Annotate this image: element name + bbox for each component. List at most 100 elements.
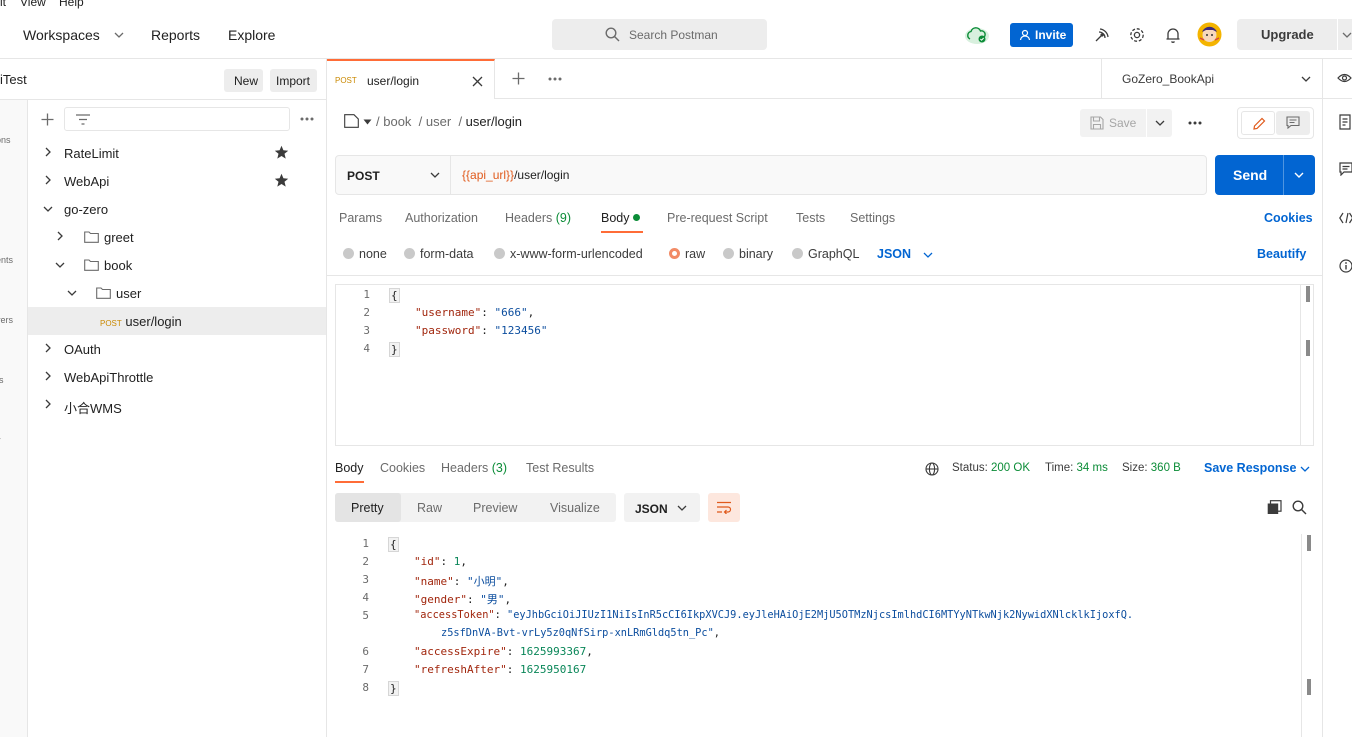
scrollbar-thumb[interactable] bbox=[1306, 340, 1310, 356]
new-button[interactable]: New bbox=[224, 69, 263, 92]
plus-icon[interactable] bbox=[41, 113, 54, 126]
radio-binary[interactable]: binary bbox=[723, 247, 773, 261]
upgrade-dropdown[interactable] bbox=[1338, 19, 1352, 50]
eye-icon[interactable] bbox=[1337, 72, 1352, 84]
collection-go-zero[interactable]: go-zero bbox=[28, 195, 326, 223]
tree-label: 小合WMS bbox=[64, 401, 122, 416]
url-input[interactable]: {{api_url}}/user/login bbox=[462, 168, 569, 182]
bell-icon[interactable] bbox=[1165, 26, 1181, 44]
response-tab-test-results[interactable]: Test Results bbox=[526, 461, 594, 475]
comments-icon[interactable] bbox=[1339, 162, 1352, 176]
response-format-select[interactable]: JSON bbox=[624, 493, 700, 522]
tab-tests[interactable]: Tests bbox=[796, 211, 825, 225]
save-dropdown[interactable] bbox=[1147, 109, 1172, 137]
radio-urlencoded[interactable]: x-www-form-urlencoded bbox=[494, 247, 643, 261]
wrap-lines-button[interactable] bbox=[708, 493, 740, 522]
environment-selector[interactable]: GoZero_BookApi bbox=[1101, 59, 1323, 99]
chevron-down-icon[interactable] bbox=[1294, 172, 1304, 178]
radio-form-data[interactable]: form-data bbox=[404, 247, 474, 261]
collection-webapi[interactable]: WebApi bbox=[28, 167, 326, 195]
radio-dot bbox=[404, 248, 415, 259]
import-button[interactable]: Import bbox=[270, 69, 317, 92]
edit-mode-button[interactable] bbox=[1241, 111, 1275, 135]
save-response-button[interactable]: Save Response bbox=[1204, 461, 1296, 475]
scrollbar-thumb[interactable] bbox=[1306, 286, 1310, 302]
response-tab-body[interactable]: Body bbox=[335, 461, 364, 475]
view-pretty[interactable]: Pretty bbox=[335, 493, 401, 522]
upgrade-button[interactable]: Upgrade bbox=[1237, 19, 1337, 50]
search-icon[interactable] bbox=[1292, 500, 1307, 515]
rail-item-monitors[interactable]: rs bbox=[0, 375, 4, 385]
scrollbar-thumb[interactable] bbox=[1307, 679, 1311, 695]
tab-authorization[interactable]: Authorization bbox=[405, 211, 478, 225]
more-icon[interactable] bbox=[1188, 121, 1202, 125]
scrollbar-thumb[interactable] bbox=[1307, 535, 1311, 551]
gear-icon[interactable] bbox=[1128, 26, 1146, 44]
globe-icon[interactable] bbox=[925, 462, 939, 476]
code-line-wrapped: z5sfDnVA-Bvt-vrLy5z0qNfSirp-xnLRmGldq5tn… bbox=[441, 627, 720, 639]
avatar[interactable] bbox=[1197, 22, 1222, 47]
close-icon[interactable] bbox=[472, 76, 483, 87]
radio-none[interactable]: none bbox=[343, 247, 387, 261]
request-user-login[interactable]: POST user/login bbox=[28, 307, 326, 335]
folder-greet[interactable]: greet bbox=[28, 223, 326, 251]
workspace-name: iTest bbox=[0, 72, 27, 87]
star-icon[interactable] bbox=[274, 145, 289, 160]
explore-link[interactable]: Explore bbox=[228, 27, 275, 43]
new-tab-plus-icon[interactable] bbox=[512, 72, 525, 85]
more-icon[interactable] bbox=[300, 117, 314, 121]
scrollbar[interactable] bbox=[1301, 534, 1315, 737]
save-button[interactable]: Save bbox=[1080, 109, 1146, 137]
cookies-link[interactable]: Cookies bbox=[1264, 211, 1313, 225]
comment-mode-button[interactable] bbox=[1276, 111, 1310, 135]
breadcrumb-book[interactable]: book bbox=[383, 114, 411, 129]
rail-item-collections[interactable]: ons bbox=[0, 135, 11, 145]
send-button[interactable]: Send bbox=[1215, 155, 1315, 195]
radio-raw[interactable]: raw bbox=[669, 247, 705, 261]
code-icon[interactable] bbox=[1339, 212, 1352, 224]
tab-settings[interactable]: Settings bbox=[850, 211, 895, 225]
rail-item-history[interactable]: y bbox=[0, 435, 1, 445]
folder-user[interactable]: user bbox=[28, 279, 326, 307]
response-body-viewer[interactable]: 1 2 3 4 5 6 7 8 { "id": 1, "name": "小明",… bbox=[335, 534, 1314, 737]
more-icon[interactable] bbox=[548, 77, 562, 81]
beautify-link[interactable]: Beautify bbox=[1257, 247, 1306, 261]
tab-user-login[interactable]: POST user/login bbox=[327, 59, 495, 99]
tab-pre-request-script[interactable]: Pre-request Script bbox=[667, 211, 768, 225]
request-body-editor[interactable]: 1 2 3 4 { "username": "666", "password":… bbox=[335, 284, 1314, 446]
collection-ratelimit[interactable]: RateLimit bbox=[28, 139, 326, 167]
menu-item-view[interactable]: View bbox=[20, 0, 46, 9]
folder-book[interactable]: book bbox=[28, 251, 326, 279]
collection-oauth[interactable]: OAuth bbox=[28, 335, 326, 363]
radio-graphql[interactable]: GraphQL bbox=[792, 247, 859, 261]
collection-wms[interactable]: 小合WMS bbox=[28, 391, 326, 419]
view-preview[interactable]: Preview bbox=[463, 493, 533, 522]
satellite-icon[interactable] bbox=[1093, 27, 1110, 44]
view-visualize[interactable]: Visualize bbox=[533, 493, 616, 522]
rail-item-environments[interactable]: ents bbox=[0, 255, 13, 265]
menu-item-help[interactable]: Help bbox=[59, 0, 84, 9]
documentation-icon[interactable] bbox=[1339, 114, 1351, 130]
method-select[interactable]: POST bbox=[336, 156, 451, 194]
response-tab-headers[interactable]: Headers (3) bbox=[441, 461, 507, 475]
tab-body[interactable]: Body bbox=[601, 211, 640, 225]
invite-button[interactable]: Invite bbox=[1010, 23, 1073, 47]
menu-item-edit[interactable]: it bbox=[0, 0, 6, 9]
collection-webapithrottle[interactable]: WebApiThrottle bbox=[28, 363, 326, 391]
sync-status-icon[interactable] bbox=[964, 25, 990, 45]
body-language-select[interactable]: JSON bbox=[877, 247, 911, 261]
view-raw[interactable]: Raw bbox=[401, 493, 463, 522]
rail-item-servers[interactable]: vers bbox=[0, 315, 13, 325]
copy-icon[interactable] bbox=[1267, 500, 1282, 515]
response-tab-cookies[interactable]: Cookies bbox=[380, 461, 425, 475]
info-icon[interactable] bbox=[1339, 259, 1352, 273]
filter-input[interactable] bbox=[64, 107, 290, 131]
scrollbar[interactable] bbox=[1300, 285, 1314, 445]
tab-headers[interactable]: Headers (9) bbox=[505, 211, 571, 225]
reports-link[interactable]: Reports bbox=[151, 27, 200, 43]
tab-params[interactable]: Params bbox=[339, 211, 382, 225]
star-icon[interactable] bbox=[274, 173, 289, 188]
breadcrumb-user[interactable]: user bbox=[426, 114, 451, 129]
search-bar[interactable]: Search Postman bbox=[552, 19, 767, 50]
workspaces-menu[interactable]: Workspaces bbox=[23, 27, 100, 43]
